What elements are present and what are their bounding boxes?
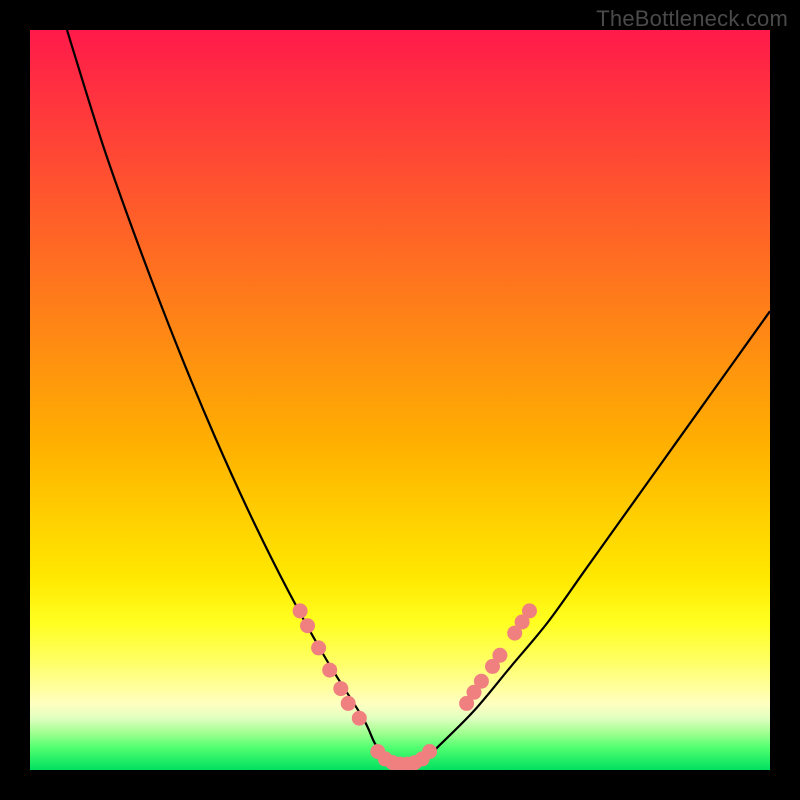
data-marker (300, 618, 315, 633)
bottleneck-curve (67, 30, 770, 764)
data-marker (522, 603, 537, 618)
data-marker (322, 663, 337, 678)
data-marker (293, 603, 308, 618)
data-marker (474, 674, 489, 689)
data-marker (492, 648, 507, 663)
markers-layer (293, 603, 537, 770)
data-marker (422, 744, 437, 759)
chart-svg (30, 30, 770, 770)
watermark-text: TheBottleneck.com (596, 6, 788, 32)
chart-container: TheBottleneck.com (0, 0, 800, 800)
data-marker (352, 711, 367, 726)
curve-layer (67, 30, 770, 764)
data-marker (333, 681, 348, 696)
data-marker (341, 696, 356, 711)
data-marker (311, 640, 326, 655)
plot-area (30, 30, 770, 770)
